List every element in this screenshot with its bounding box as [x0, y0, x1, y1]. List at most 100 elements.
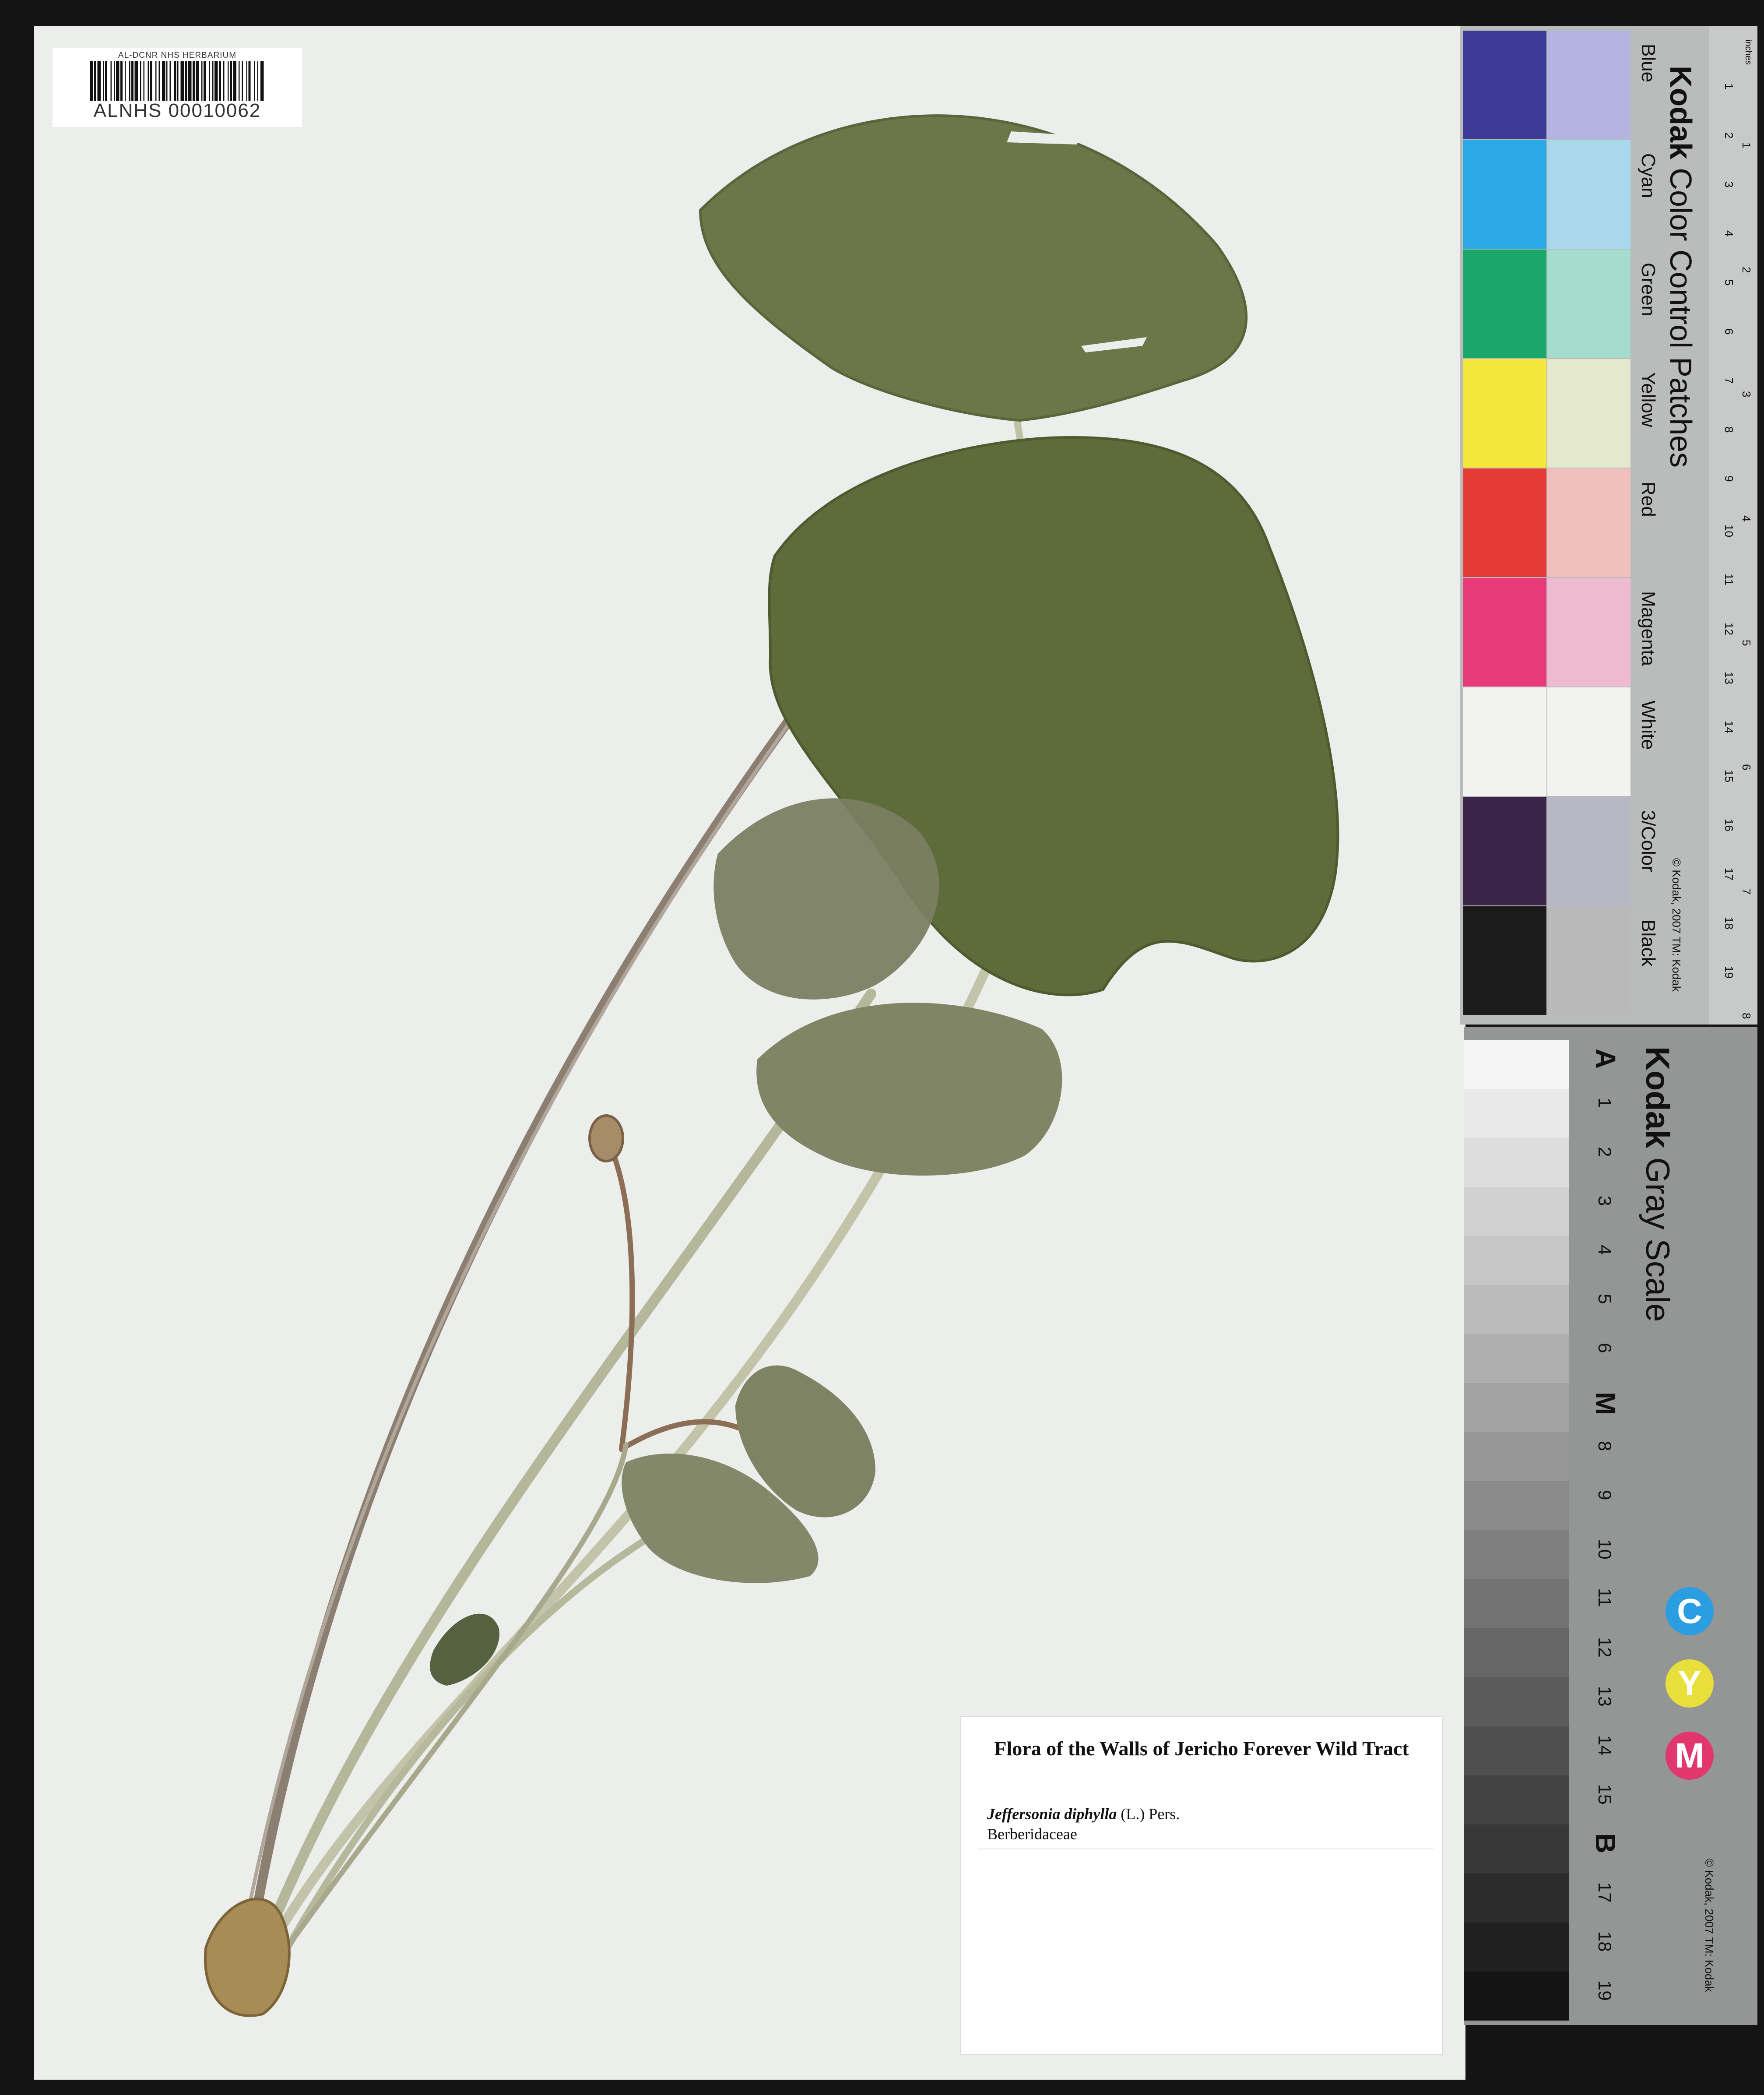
gray-card-title: Gray Scale: [1639, 1157, 1676, 1322]
family-name: Berberidaceae: [987, 1825, 1077, 1843]
gray-step: [1464, 1530, 1569, 1579]
color-patch-light-magenta: [1547, 578, 1630, 687]
ruler-cm-tick: 16: [1722, 819, 1736, 831]
color-patch-light-black: [1547, 906, 1630, 1015]
gray-step-label: 5: [1595, 1294, 1615, 1304]
patch-label: Magenta: [1637, 591, 1659, 666]
gray-step: [1464, 1285, 1569, 1334]
gray-step: [1464, 1726, 1569, 1775]
color-patch-yellow: [1463, 359, 1546, 468]
ruler-cm-tick: 7: [1722, 377, 1736, 384]
gray-step: [1464, 1481, 1569, 1530]
patch-label: Cyan: [1637, 153, 1659, 198]
species-name: Jeffersonia diphylla: [987, 1805, 1117, 1823]
ruler-cm-tick: 8: [1722, 426, 1736, 433]
color-card-title: Color Control Patches: [1664, 168, 1698, 468]
color-patch-cyan: [1463, 140, 1546, 249]
ruler-cm-tick: 1: [1722, 83, 1736, 90]
gray-step-label: A: [1590, 1049, 1621, 1069]
gray-step: [1464, 1236, 1569, 1285]
gray-step-label: 18: [1595, 1931, 1615, 1952]
color-control-card: Blue Cyan Green Yellow Red Magenta White 3/Colo…: [1460, 26, 1757, 1025]
color-patch-3-color: [1463, 797, 1546, 905]
gray-step-label: 17: [1595, 1882, 1615, 1903]
cmy-circle-m: M: [1666, 1732, 1714, 1780]
species-authority: (L.) Pers.: [1121, 1805, 1180, 1823]
leaves: [430, 114, 1339, 1686]
gray-step: [1464, 1383, 1569, 1432]
ruler-inch-tick: 3: [1740, 391, 1753, 398]
gray-card-copyright: © Kodak, 2007 TM: Kodak: [1703, 1859, 1716, 1992]
patch-label: Green: [1637, 263, 1659, 317]
ruler-cm-tick: 17: [1722, 868, 1736, 880]
ruler-cm-tick: 2: [1722, 132, 1736, 139]
patch-label: Red: [1637, 482, 1659, 517]
rhizome-base: [204, 1898, 291, 2017]
ruler-inch-tick: 6: [1740, 764, 1753, 771]
patch-label: 3/Color: [1637, 810, 1659, 872]
color-patch-light-blue: [1547, 31, 1630, 139]
color-patch-light-cyan: [1547, 140, 1630, 249]
gray-step: [1464, 1040, 1569, 1089]
gray-step-label: 11: [1595, 1588, 1615, 1607]
color-card-copyright: © Kodak, 2007 TM: Kodak: [1670, 858, 1683, 992]
color-patch-black: [1463, 906, 1546, 1015]
ruler-cm-tick: 15: [1722, 770, 1736, 782]
gray-step: [1464, 1334, 1569, 1383]
gray-step: [1464, 1775, 1569, 1824]
gray-step: [1464, 1138, 1569, 1187]
gray-step-label: 1: [1595, 1098, 1615, 1108]
ruler-unit-inches: inches: [1743, 39, 1753, 65]
gray-scale-card: A 1 2 3 4 5 6 M 8 9 10 11 12 13 14 15 B 17 18 19 Kodak Gray …: [1464, 1027, 1757, 2025]
ruler-inch-tick: 5: [1740, 640, 1753, 646]
ruler-inch-tick: 1: [1740, 142, 1753, 149]
gray-step-label: B: [1590, 1833, 1621, 1854]
ruler-cm-tick: 12: [1722, 623, 1736, 635]
color-card-heading: Kodak Color Control Patches: [1663, 66, 1698, 468]
kodak-brand: Kodak: [1664, 66, 1698, 168]
gray-step: [1464, 1579, 1569, 1628]
gray-step-label: 3: [1595, 1196, 1615, 1206]
color-patch-green: [1463, 250, 1546, 358]
ruler-inch-tick: 8: [1740, 1013, 1753, 1019]
gray-step-label: 4: [1595, 1245, 1615, 1255]
label-title: Flora of the Walls of Jericho Forever Wi…: [994, 1737, 1409, 1760]
ruler-cm-tick: 4: [1722, 230, 1736, 237]
ruler-cm-tick: 9: [1722, 475, 1736, 482]
color-patch-light-red: [1547, 468, 1630, 577]
herbarium-label: Flora of the Walls of Jericho Forever Wi…: [960, 1716, 1443, 2055]
gray-step-label: 15: [1595, 1784, 1615, 1805]
patch-label: Blue: [1637, 44, 1659, 83]
ruler-cm-tick: 10: [1722, 525, 1736, 537]
ruler-cm-tick: 11: [1722, 574, 1736, 585]
gray-step-label: 9: [1595, 1490, 1615, 1500]
gray-step-label: 8: [1595, 1441, 1615, 1451]
cmy-circle-c: C: [1666, 1587, 1714, 1635]
color-patch-light-white: [1547, 687, 1630, 796]
gray-step-label: 2: [1595, 1147, 1615, 1157]
color-patch-blue: [1463, 31, 1546, 139]
color-patch-magenta: [1463, 578, 1546, 687]
ruler: cminches12345678910111213141516171819123…: [1709, 26, 1757, 1025]
gray-step: [1464, 1873, 1569, 1922]
gray-step-label: 10: [1595, 1539, 1615, 1560]
fruit-capsule: [588, 1114, 624, 1162]
color-patch-light-yellow: [1547, 359, 1630, 468]
gray-step: [1464, 1187, 1569, 1236]
ruler-cm-tick: 6: [1722, 328, 1736, 335]
ruler-cm-tick: 18: [1722, 917, 1736, 930]
gray-step-label: 6: [1595, 1343, 1615, 1353]
color-patch-light-3-color: [1547, 797, 1630, 905]
gray-step-label: 19: [1595, 1980, 1615, 2001]
patch-label: Yellow: [1637, 372, 1659, 427]
color-patch-light-green: [1547, 250, 1630, 358]
patch-label: White: [1637, 701, 1659, 750]
gray-step: [1464, 1677, 1569, 1726]
ruler-cm-tick: 13: [1722, 672, 1736, 684]
gray-step-label: M: [1590, 1392, 1621, 1415]
gray-step-label: 14: [1595, 1735, 1615, 1756]
gray-step: [1464, 1972, 1569, 2021]
kodak-brand: Kodak: [1639, 1046, 1676, 1158]
ruler-cm-tick: 5: [1722, 279, 1736, 286]
patch-label: Black: [1637, 919, 1659, 967]
